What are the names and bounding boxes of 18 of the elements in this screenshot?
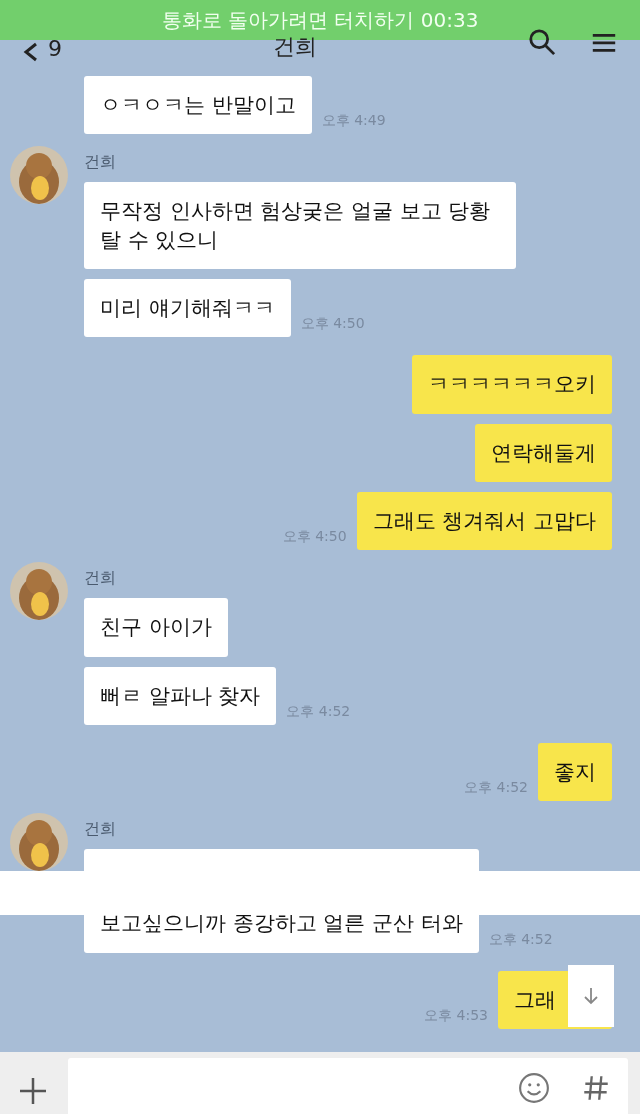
message-bubble: ㅋㅋㅋㅋㅋㅋ오키 [412,355,612,414]
sender-name: 건희 [84,152,116,172]
message-bubble: 뻐ㄹ 알파나 찾자 [84,666,277,726]
message-bubble: ㅇㅋㅇㅋ는 반말이고 [84,76,312,135]
down-arrow-icon [581,985,601,1006]
message-input[interactable] [68,1058,628,1114]
message-bubble: 좋지 [538,743,612,802]
sender-name: 건희 [84,819,116,839]
message-bubble: 그래도 챙겨줘서 고맙다 [356,492,612,551]
plus-icon[interactable] [18,1076,48,1106]
sender-name: 건희 [84,568,116,588]
search-icon[interactable] [528,28,556,56]
message-bubble: 친구 아이가 [84,598,228,657]
message-bubble: 미리 얘기해줘ㅋㅋ [84,279,291,338]
emoji-icon[interactable] [518,1072,550,1104]
scroll-down-button[interactable] [568,964,614,1027]
message-bubble: 무작정 인사하면 험상궂은 얼굴 보고 당황 탈 수 있으니 [84,182,516,270]
message-bubble: 연락해둘게 [475,423,612,483]
